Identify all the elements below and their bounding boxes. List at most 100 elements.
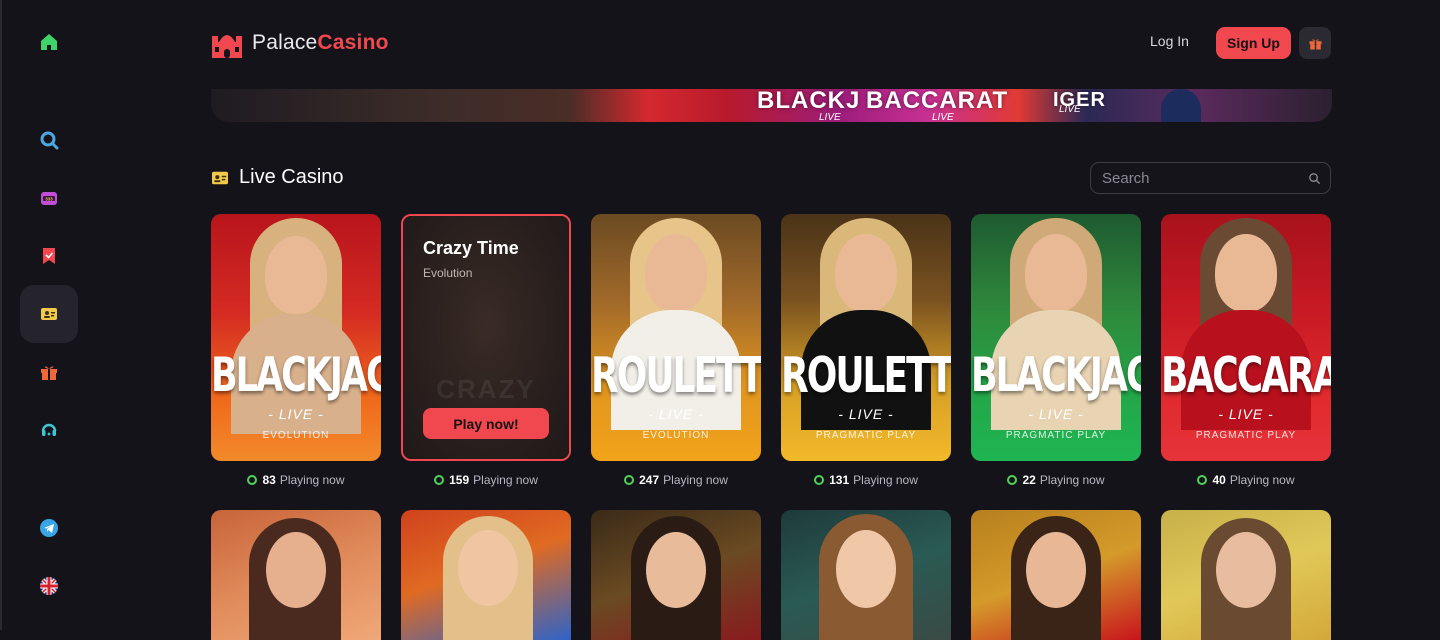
playing-count: 247 (639, 473, 660, 487)
game-card[interactable] (1161, 510, 1331, 640)
support-icon (41, 423, 57, 436)
sidebar-item-promotions[interactable] (20, 343, 78, 401)
sidebar-item-telegram[interactable] (20, 499, 78, 557)
uk-flag-icon (40, 577, 58, 595)
game-card[interactable]: BLACKJACK - LIVE - EVOLUTION (211, 214, 381, 461)
game-card[interactable]: BACCARAT - LIVE - PRAGMATIC PLAY (1161, 214, 1331, 461)
playing-label: Playing now (663, 473, 728, 487)
logo[interactable]: PalaceCasino (210, 26, 389, 60)
search-icon (40, 131, 59, 150)
sidebar-item-search[interactable] (20, 111, 78, 169)
search-icon (1309, 173, 1321, 185)
game-provider: EVOLUTION (262, 430, 330, 441)
home-icon (41, 34, 57, 50)
game-live-label: - LIVE - (648, 406, 704, 422)
banner-subtext: LIVE (932, 112, 954, 122)
banner-subtext: LIVE (1059, 104, 1081, 115)
online-dot-icon (247, 475, 258, 485)
search-box[interactable] (1090, 162, 1331, 194)
game-card[interactable]: ROULETTE - LIVE - PRAGMATIC PLAY (781, 214, 951, 461)
game-card[interactable]: ROULETTE - LIVE - EVOLUTION (591, 214, 761, 461)
game-live-label: - LIVE - (838, 406, 894, 422)
play-now-button[interactable]: Play now! (423, 408, 549, 439)
slots-icon: 333 (41, 192, 57, 205)
gift-button[interactable] (1299, 27, 1331, 59)
online-dot-icon (1007, 475, 1018, 485)
game-card[interactable] (971, 510, 1141, 640)
palace-logo-icon (212, 35, 242, 58)
playing-now: 247 Playing now (591, 473, 761, 487)
dealer-face (836, 530, 896, 608)
login-link[interactable]: Log In (1150, 33, 1189, 49)
sidebar-item-favorites[interactable] (20, 227, 78, 285)
game-title: Crazy Time (423, 238, 519, 258)
playing-label: Playing now (1229, 473, 1295, 487)
game-provider: PRAGMATIC PLAY (1005, 430, 1107, 441)
dealer-face (1215, 234, 1277, 312)
game-live-label: - LIVE - (268, 406, 324, 422)
online-dot-icon (814, 475, 825, 485)
online-dot-icon (624, 475, 635, 485)
sidebar-item-support[interactable] (20, 401, 78, 459)
playing-label: Playing now (1039, 473, 1105, 487)
game-card[interactable] (591, 510, 761, 640)
gift-icon (41, 366, 57, 380)
game-card[interactable] (401, 510, 571, 640)
game-title: ROULETTE (781, 348, 951, 405)
game-card[interactable] (211, 510, 381, 640)
banner-dealer (1161, 89, 1201, 122)
playing-now: 40 Playing now (1161, 473, 1331, 487)
logo-text-part1: Palace (252, 31, 318, 54)
blurred-logo: CRAZY (436, 374, 536, 404)
game-provider: EVOLUTION (642, 430, 710, 441)
game-provider: PRAGMATIC PLAY (1195, 430, 1297, 441)
game-title: ROULETTE (591, 348, 761, 405)
search-input[interactable] (1091, 163, 1330, 193)
sidebar-item-live-casino[interactable] (20, 285, 78, 343)
game-card[interactable] (781, 510, 951, 640)
game-provider: Evolution (423, 266, 473, 280)
logo-text: PalaceCasino (252, 31, 389, 55)
playing-count: 22 (1022, 473, 1036, 487)
dealer-face (645, 234, 707, 312)
online-dot-icon (1197, 475, 1208, 485)
dealer-face (265, 236, 327, 314)
playing-now: 83 Playing now (211, 473, 381, 487)
live-casino-icon (212, 171, 228, 185)
signup-button[interactable]: Sign Up (1216, 27, 1291, 59)
playing-count: 83 (262, 473, 276, 487)
logo-text-part2: Casino (317, 31, 389, 54)
sidebar: 333 (0, 0, 94, 630)
playing-count: 159 (449, 473, 470, 487)
playing-now: 131 Playing now (781, 473, 951, 487)
game-card-hovered[interactable]: CRAZY Crazy Time Evolution Play now! (401, 214, 571, 461)
online-dot-icon (434, 475, 445, 485)
live-casino-icon (41, 308, 57, 320)
dealer-face (646, 532, 706, 608)
game-provider: PRAGMATIC PLAY (815, 430, 917, 441)
game-live-label: - LIVE - (1028, 406, 1084, 422)
game-title: BACCARAT (1161, 348, 1331, 405)
game-live-label: - LIVE - (1218, 406, 1274, 422)
gift-icon (1309, 38, 1321, 49)
game-title: BLACKJACK (211, 349, 381, 403)
playing-count: 131 (829, 473, 850, 487)
playing-now: 159 Playing now (401, 473, 571, 487)
dealer-face (1026, 532, 1086, 608)
sidebar-item-language[interactable] (20, 557, 78, 615)
dealer-face (266, 532, 326, 608)
dealer-face (835, 234, 897, 312)
playing-count: 40 (1212, 473, 1226, 487)
telegram-icon (40, 519, 58, 537)
sidebar-item-home[interactable] (20, 13, 78, 71)
game-card[interactable]: BLACKJACK - LIVE - PRAGMATIC PLAY (971, 214, 1141, 461)
svg-text:333: 333 (45, 196, 53, 201)
dealer-face (1216, 532, 1276, 608)
sidebar-item-slots[interactable]: 333 (20, 169, 78, 227)
banner-text: BLACKJ (757, 89, 861, 114)
playing-now: 22 Playing now (971, 473, 1141, 487)
promo-banner[interactable]: BLACKJ BACCARAT IGER LIVE LIVE LIVE (211, 89, 1332, 122)
banner-subtext: LIVE (819, 112, 841, 122)
game-title: BLACKJACK (971, 349, 1141, 403)
playing-label: Playing now (853, 473, 918, 487)
